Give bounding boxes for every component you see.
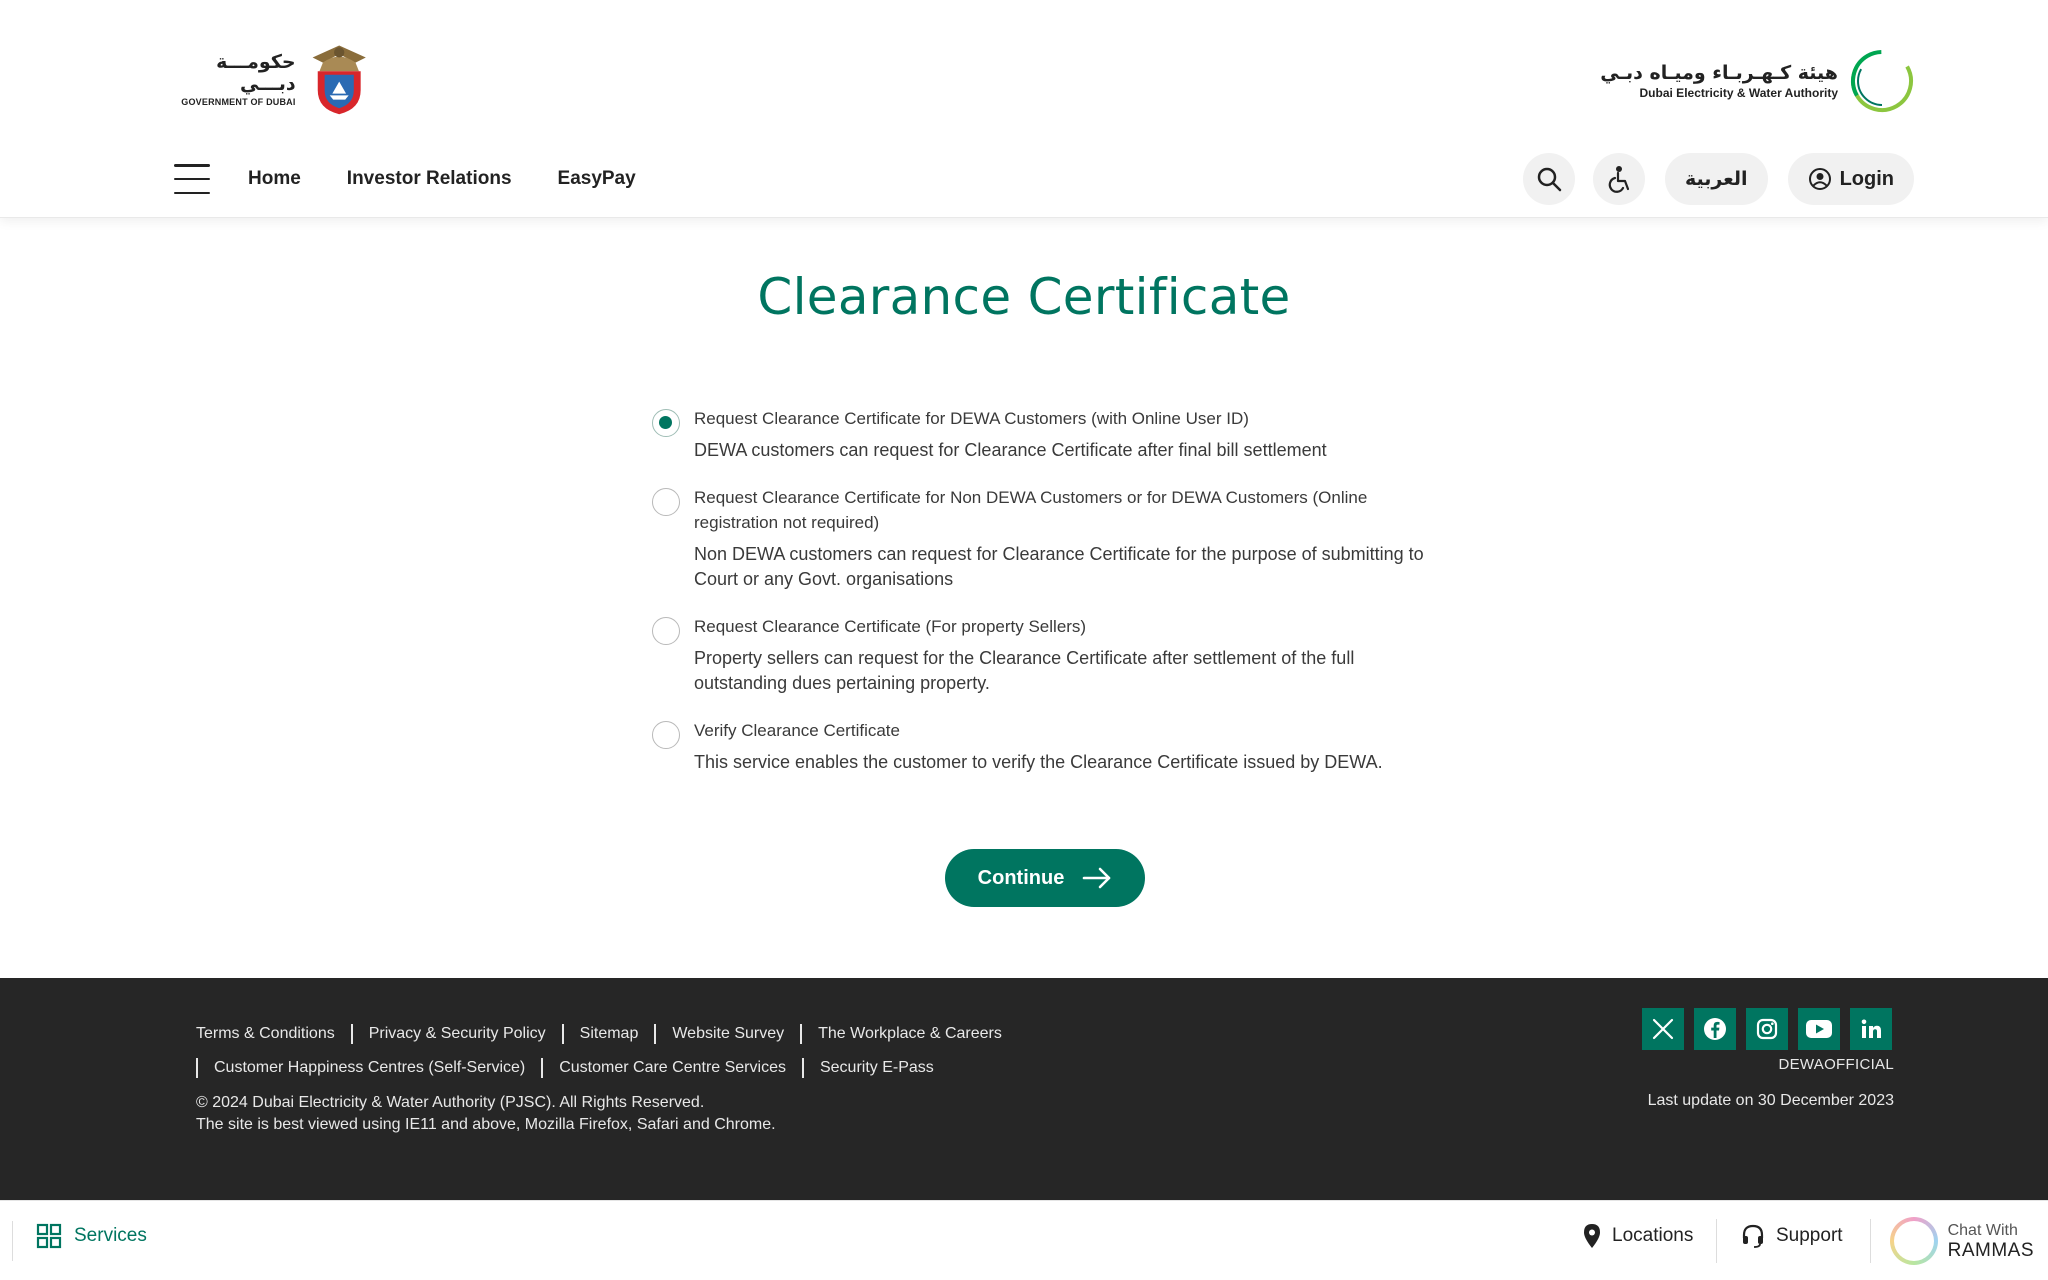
arabic-language-button[interactable]: العربية bbox=[1664, 153, 1768, 205]
option-label: Request Clearance Certificate (For prope… bbox=[694, 617, 1087, 636]
footer-link-security-epass[interactable]: Security E-Pass bbox=[820, 1059, 934, 1077]
footer-link-survey[interactable]: Website Survey bbox=[672, 1025, 784, 1043]
footer-link-privacy[interactable]: Privacy & Security Policy bbox=[369, 1025, 546, 1043]
footer-divider bbox=[561, 1024, 564, 1044]
option-description: Non DEWA customers can request for Clear… bbox=[694, 544, 1424, 589]
dewa-logo[interactable]: هيئة كـهـربـاء وميـاه دبـي Dubai Electri… bbox=[1600, 46, 1916, 116]
government-of-dubai-logo[interactable]: حكومـــة دبـــي GOVERNMENT OF DUBAI bbox=[174, 36, 374, 122]
user-circle-icon bbox=[1808, 168, 1831, 190]
footer-links-row: Terms & Conditions Privacy & Security Po… bbox=[196, 1022, 1002, 1046]
chat-with-label: Chat With bbox=[1947, 1222, 2018, 1239]
rammas-avatar-icon bbox=[1889, 1217, 1938, 1265]
footer-link-customer-care[interactable]: Customer Care Centre Services bbox=[559, 1059, 786, 1077]
nav-investor-relations[interactable]: Investor Relations bbox=[347, 168, 512, 190]
grid-icon bbox=[36, 1223, 62, 1249]
last-update-text: Last update on 30 December 2023 bbox=[1647, 1092, 1894, 1109]
radio-verify-certificate[interactable] bbox=[652, 721, 680, 749]
rammas-text: Chat With RAMMAS bbox=[1948, 1221, 2034, 1261]
arrow-right-icon bbox=[1083, 867, 1111, 889]
bottom-bar-divider bbox=[1716, 1219, 1717, 1263]
locations-button[interactable]: Locations bbox=[1582, 1223, 1693, 1249]
nav-easypay[interactable]: EasyPay bbox=[558, 168, 636, 190]
main-nav: Home Investor Relations EasyPay bbox=[174, 153, 682, 205]
gov-logo-text: حكومـــة دبـــي GOVERNMENT OF DUBAI bbox=[174, 51, 296, 107]
option-non-dewa-customers[interactable]: Request Clearance Certificate for Non DE… bbox=[650, 485, 1430, 592]
location-pin-icon bbox=[1584, 1224, 1600, 1248]
footer-divider bbox=[541, 1058, 544, 1078]
option-label: Request Clearance Certificate for Non DE… bbox=[694, 488, 1368, 532]
radio-non-dewa-customers[interactable] bbox=[652, 488, 680, 516]
services-button[interactable]: Services bbox=[36, 1223, 147, 1249]
footer-divider bbox=[801, 1058, 804, 1078]
linkedin-icon[interactable] bbox=[1850, 1008, 1892, 1050]
option-description: Property sellers can request for the Cle… bbox=[694, 648, 1355, 693]
footer-divider bbox=[800, 1024, 803, 1044]
bottom-action-bar: Services Locations Support Chat With RAM… bbox=[0, 1200, 2048, 1280]
footer-link-careers[interactable]: The Workplace & Careers bbox=[818, 1025, 1002, 1043]
dewa-logo-text: هيئة كـهـربـاء وميـاه دبـي Dubai Electri… bbox=[1600, 62, 1838, 100]
footer-divider bbox=[196, 1058, 198, 1078]
footer-divider bbox=[350, 1024, 353, 1044]
social-links bbox=[1632, 1008, 1892, 1050]
dewa-logo-english: Dubai Electricity & Water Authority bbox=[1639, 86, 1838, 100]
option-property-sellers[interactable]: Request Clearance Certificate (For prope… bbox=[650, 614, 1430, 696]
accessibility-button[interactable] bbox=[1592, 153, 1645, 205]
bottom-bar-divider bbox=[1870, 1219, 1871, 1263]
option-description: This service enables the customer to ver… bbox=[694, 752, 1383, 772]
certificate-options: Request Clearance Certificate for DEWA C… bbox=[650, 406, 1430, 775]
gov-logo-arabic: حكومـــة دبـــي bbox=[216, 51, 296, 95]
continue-button[interactable]: Continue bbox=[945, 849, 1145, 907]
radio-dewa-customers[interactable] bbox=[652, 409, 680, 437]
dubai-emblem-icon bbox=[312, 45, 366, 115]
rammas-label: RAMMAS bbox=[1947, 1240, 2034, 1261]
login-button[interactable]: Login bbox=[1787, 153, 1914, 205]
footer-link-terms[interactable]: Terms & Conditions bbox=[196, 1025, 335, 1043]
locations-label: Locations bbox=[1612, 1225, 1694, 1246]
youtube-icon[interactable] bbox=[1798, 1008, 1840, 1050]
footer-copyright-block: © 2024 Dubai Electricity & Water Authori… bbox=[196, 1092, 776, 1136]
facebook-icon[interactable] bbox=[1694, 1008, 1736, 1050]
footer-link-happiness-centres[interactable]: Customer Happiness Centres (Self-Service… bbox=[214, 1059, 525, 1077]
option-description: DEWA customers can request for Clearance… bbox=[694, 440, 1327, 460]
accessibility-icon bbox=[1608, 166, 1630, 193]
site-header: حكومـــة دبـــي GOVERNMENT OF DUBAI هيئة… bbox=[0, 0, 2048, 218]
chat-rammas-button[interactable]: Chat With RAMMAS bbox=[1889, 1217, 2034, 1265]
arabic-language-label: العربية bbox=[1684, 168, 1748, 190]
site-footer: Terms & Conditions Privacy & Security Po… bbox=[0, 978, 2048, 1200]
services-label: Services bbox=[74, 1225, 147, 1246]
continue-label: Continue bbox=[977, 866, 1065, 889]
support-label: Support bbox=[1776, 1225, 1843, 1246]
support-button[interactable]: Support bbox=[1740, 1223, 1843, 1249]
dewa-ring-icon bbox=[1851, 50, 1913, 112]
radio-property-sellers[interactable] bbox=[652, 617, 680, 645]
header-actions: العربية Login bbox=[1505, 153, 1914, 205]
dewa-logo-arabic: هيئة كـهـربـاء وميـاه دبـي bbox=[1600, 62, 1838, 84]
gov-logo-english: GOVERNMENT OF DUBAI bbox=[181, 97, 296, 107]
footer-link-sitemap[interactable]: Sitemap bbox=[580, 1025, 639, 1043]
footer-links: Terms & Conditions Privacy & Security Po… bbox=[196, 1022, 1002, 1090]
nav-home[interactable]: Home bbox=[248, 168, 301, 190]
footer-links-row: Customer Happiness Centres (Self-Service… bbox=[196, 1056, 1002, 1080]
option-label: Request Clearance Certificate for DEWA C… bbox=[694, 409, 1249, 428]
page-title: Clearance Certificate bbox=[757, 268, 1291, 326]
x-icon[interactable] bbox=[1642, 1008, 1684, 1050]
bottom-bar-divider bbox=[12, 1221, 13, 1261]
search-icon bbox=[1537, 167, 1562, 192]
option-verify-certificate[interactable]: Verify Clearance Certificate This servic… bbox=[650, 718, 1430, 775]
instagram-icon[interactable] bbox=[1746, 1008, 1788, 1050]
login-label: Login bbox=[1839, 167, 1894, 190]
search-button[interactable] bbox=[1522, 153, 1575, 205]
option-dewa-customers[interactable]: Request Clearance Certificate for DEWA C… bbox=[650, 406, 1430, 463]
footer-divider bbox=[654, 1024, 657, 1044]
copyright-text: © 2024 Dubai Electricity & Water Authori… bbox=[196, 1094, 705, 1111]
social-handle: DEWAOFFICIAL bbox=[1778, 1056, 1894, 1073]
browser-note: The site is best viewed using IE11 and a… bbox=[196, 1116, 776, 1133]
headset-icon bbox=[1742, 1224, 1764, 1248]
hamburger-icon[interactable] bbox=[174, 164, 210, 194]
option-label: Verify Clearance Certificate bbox=[694, 721, 900, 740]
